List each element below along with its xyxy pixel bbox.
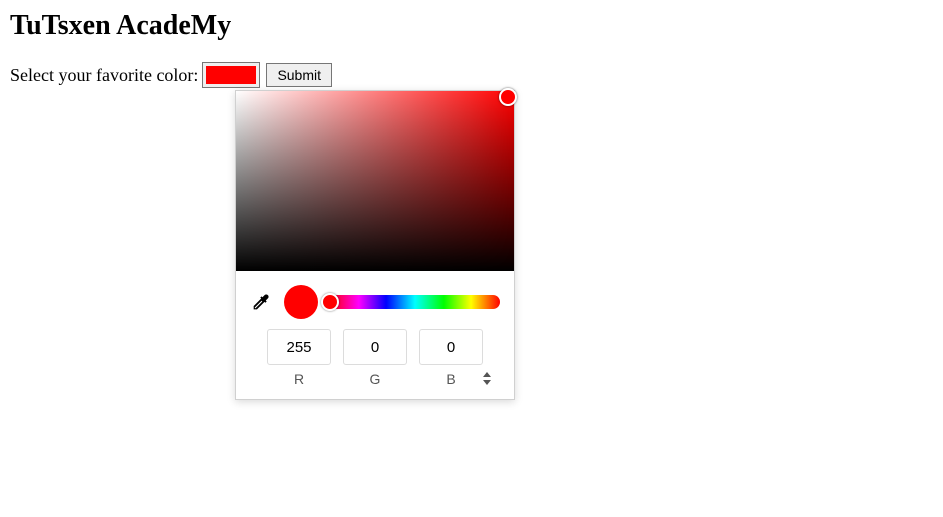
- picker-controls-row: [236, 271, 514, 329]
- color-label: Select your favorite color:: [10, 65, 198, 86]
- rgb-inputs-row: [236, 329, 514, 371]
- color-picker-popup: R G B: [235, 90, 515, 400]
- hue-slider-thumb[interactable]: [321, 293, 339, 311]
- color-swatch-fill: [206, 66, 256, 84]
- color-form-row: Select your favorite color: Submit: [10, 62, 933, 88]
- format-toggle-icon[interactable]: [478, 369, 496, 387]
- page-title: TuTsxen AcadeMy: [10, 10, 933, 42]
- rgb-labels-row: R G B: [236, 371, 514, 399]
- sv-indicator[interactable]: [499, 88, 517, 106]
- saturation-value-area[interactable]: [236, 91, 514, 271]
- b-input[interactable]: [419, 329, 483, 365]
- submit-button[interactable]: Submit: [266, 63, 332, 87]
- current-color-preview: [284, 285, 318, 319]
- b-label: B: [419, 371, 483, 387]
- r-label: R: [267, 371, 331, 387]
- hue-slider[interactable]: [330, 295, 500, 309]
- r-input[interactable]: [267, 329, 331, 365]
- g-input[interactable]: [343, 329, 407, 365]
- g-label: G: [343, 371, 407, 387]
- eyedropper-icon[interactable]: [250, 291, 272, 313]
- color-input-swatch[interactable]: [202, 62, 260, 88]
